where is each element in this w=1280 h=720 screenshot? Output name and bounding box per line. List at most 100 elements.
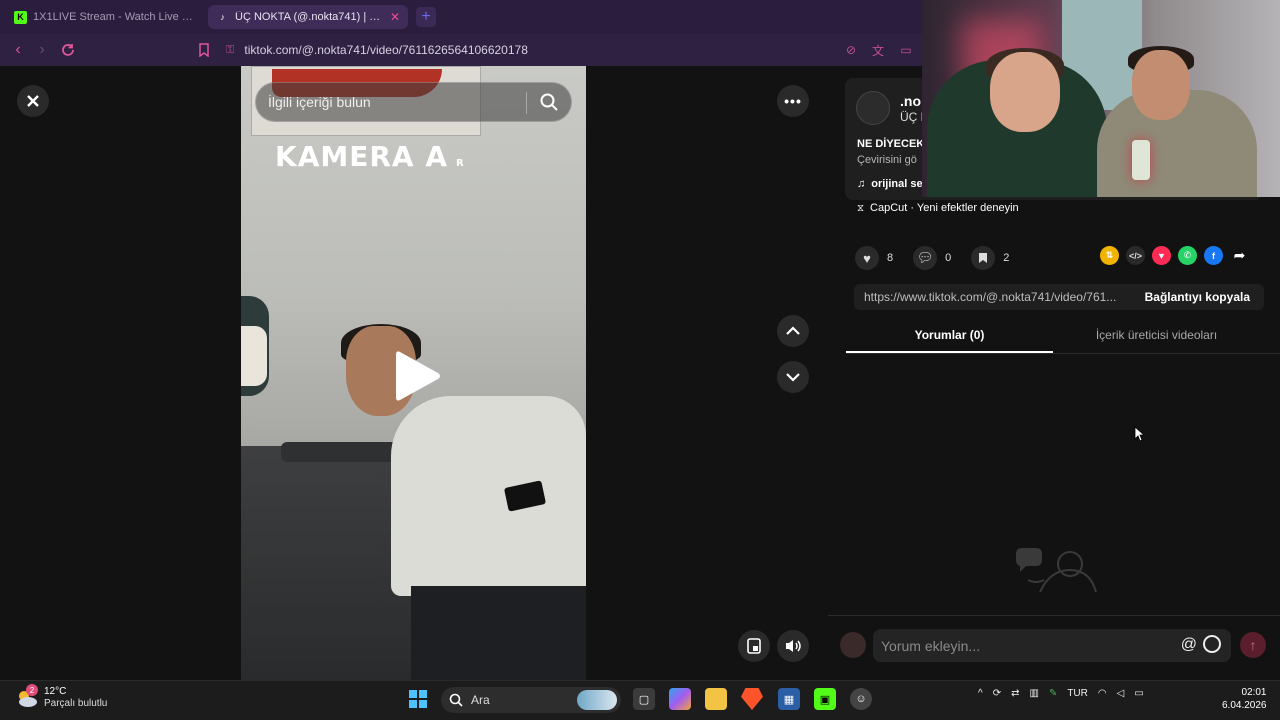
url-text: tiktok.com/@.nokta741/video/761162656410… (244, 43, 528, 57)
desk-light (1132, 140, 1150, 180)
video-link[interactable]: https://www.tiktok.com/@.nokta741/video/… (854, 290, 1133, 304)
embed-icon[interactable]: </> (1126, 246, 1145, 265)
forward-icon[interactable]: › (32, 40, 52, 60)
chevron-up-icon (786, 326, 800, 335)
pen-icon[interactable]: ✎ (1049, 688, 1057, 699)
tab-kick[interactable]: K 1X1LIVE Stream - Watch Live on Kick (6, 5, 204, 29)
volume-icon (786, 640, 801, 652)
tiktok-icon: ♪ (220, 12, 225, 22)
task-view-icon[interactable]: ▢ (633, 688, 655, 710)
tab-title: ÜÇ NOKTA (@.nokta741) | TikTok (235, 11, 384, 23)
whatsapp-icon[interactable]: ✆ (1178, 246, 1197, 265)
file-explorer-icon[interactable] (705, 688, 727, 710)
chevron-down-icon (786, 373, 800, 382)
sync-icon[interactable]: ⟳ (993, 688, 1001, 699)
system-tray: ^ ⟳ ⇄ ▥ ✎ TUR ◠ ◁ ▭ (978, 688, 1144, 699)
reader-off-icon[interactable]: ⊘ (843, 42, 859, 58)
streaming-app-icon[interactable]: ▣ (814, 688, 836, 710)
kick-icon: K (14, 10, 27, 24)
language-indicator[interactable]: TUR (1067, 688, 1088, 699)
related-search-input[interactable]: İlgili içeriği bulun (255, 82, 572, 122)
weather-badge: 2 (26, 684, 38, 696)
creator-avatar[interactable] (856, 91, 890, 125)
comment-icon: 💬︎ (913, 246, 938, 270)
bookmark-icon (971, 246, 996, 270)
floating-player-button[interactable] (738, 630, 770, 662)
mention-icon[interactable]: @ (1181, 636, 1197, 654)
battery-icon[interactable]: ▭ (1134, 688, 1143, 699)
tab-title: 1X1LIVE Stream - Watch Live on Kick (33, 11, 196, 23)
creator-username[interactable]: .no (900, 93, 921, 109)
facebook-icon[interactable]: f (1204, 246, 1223, 265)
weather-widget[interactable]: 2 12°C Parçalı bulutlu (16, 684, 108, 710)
music-note-icon: ♫ (857, 178, 866, 190)
see-translation-link[interactable]: Çevirisini gö (857, 154, 917, 166)
music-link[interactable]: ♫ orijinal se (857, 178, 923, 190)
wifi-icon[interactable]: ◠ (1098, 688, 1107, 699)
comment-input[interactable]: Yorum ekleyin... @ (873, 629, 1231, 662)
close-tab-icon[interactable]: ✕ (390, 10, 400, 24)
url-field[interactable]: ⚿ tiktok.com/@.nokta741/video/7611626564… (226, 38, 926, 62)
network-stats-icon[interactable]: ▥ (1029, 688, 1038, 699)
translate-icon[interactable]: 文 (870, 42, 886, 58)
heart-icon: ♥ (855, 246, 879, 270)
play-icon[interactable] (394, 348, 442, 404)
save-button[interactable]: 2 (971, 246, 1009, 270)
video-link-row: https://www.tiktok.com/@.nokta741/video/… (854, 284, 1264, 310)
mouse-cursor-icon (1134, 426, 1144, 442)
clock-date: 6.04.2026 (1222, 700, 1267, 711)
weather-temp: 12°C (44, 686, 67, 697)
clock-time: 02:01 (1241, 687, 1267, 698)
video-overlay-text: KAMERA AR (275, 140, 465, 173)
save-count: 2 (1003, 252, 1010, 264)
reload-icon[interactable] (58, 40, 78, 60)
user-avatar[interactable] (840, 632, 866, 658)
taskbar-search-label: Ara (471, 693, 490, 707)
no-comments-illustration-icon (1016, 548, 1097, 593)
like-button[interactable]: ♥ 8 (855, 246, 893, 270)
person (391, 396, 586, 596)
tab-creator-videos[interactable]: İçerik üreticisi videoları (1053, 328, 1260, 342)
speaker-icon[interactable]: ◁ (1117, 688, 1125, 699)
panel-tabs: Yorumlar (0) İçerik üreticisi videoları (846, 322, 1280, 354)
copy-link-button[interactable]: Bağlantıyı kopyala (1133, 290, 1264, 304)
repost-icon[interactable]: ⇅ (1100, 246, 1119, 265)
capcut-label: CapCut · Yeni efektler deneyin (870, 202, 1019, 214)
tab-comments[interactable]: Yorumlar (0) (846, 328, 1053, 342)
comment-count: 0 (945, 252, 952, 264)
chevron-up-icon[interactable]: ^ (978, 688, 983, 699)
microsoft-store-icon[interactable]: ▦ (778, 688, 800, 710)
post-comment-button[interactable]: ↑ (1240, 632, 1266, 658)
new-tab-button[interactable]: + (416, 7, 436, 27)
floating-player-icon (747, 638, 761, 654)
send-icon[interactable]: ▼ (1152, 246, 1171, 265)
weather-desc: Parçalı bulutlu (44, 698, 108, 709)
back-icon[interactable]: ‹ (8, 40, 28, 60)
comment-button[interactable]: 💬︎ 0 (913, 246, 951, 270)
cloudy-weather-icon: 2 (16, 684, 38, 708)
bookmark-icon[interactable] (194, 40, 214, 60)
volume-button[interactable] (777, 630, 809, 662)
next-video-button[interactable] (777, 361, 809, 393)
search-icon (449, 693, 463, 707)
more-options-button[interactable]: ••• (777, 85, 809, 117)
close-video-button[interactable] (17, 85, 49, 117)
previous-video-button[interactable] (777, 315, 809, 347)
post-caption: NE DİYECEK (857, 138, 925, 150)
search-icon[interactable] (539, 92, 559, 112)
like-count: 8 (887, 252, 894, 264)
share-arrow-icon[interactable]: ➦ (1230, 246, 1249, 265)
cast-icon[interactable]: ▭ (898, 42, 914, 58)
taskbar-search[interactable]: Ara (441, 687, 621, 713)
app-icon[interactable]: ☺ (850, 688, 872, 710)
tab-tiktok[interactable]: ♪ ÜÇ NOKTA (@.nokta741) | TikTok ✕ (208, 5, 408, 29)
site-info-icon[interactable]: ⚿ (226, 44, 234, 57)
search-highlight-image (577, 690, 617, 710)
windows-start-icon[interactable] (407, 688, 429, 710)
transfer-icon[interactable]: ⇄ (1011, 688, 1019, 699)
clock[interactable]: 02:01 6.04.2026 (1222, 686, 1267, 712)
capcut-effect-link[interactable]: ⧖ CapCut · Yeni efektler deneyin (857, 202, 1019, 214)
emoji-icon[interactable] (1203, 635, 1221, 653)
engagement-actions: ♥ 8 💬︎ 0 2 (855, 246, 1019, 270)
copilot-icon[interactable] (669, 688, 691, 710)
